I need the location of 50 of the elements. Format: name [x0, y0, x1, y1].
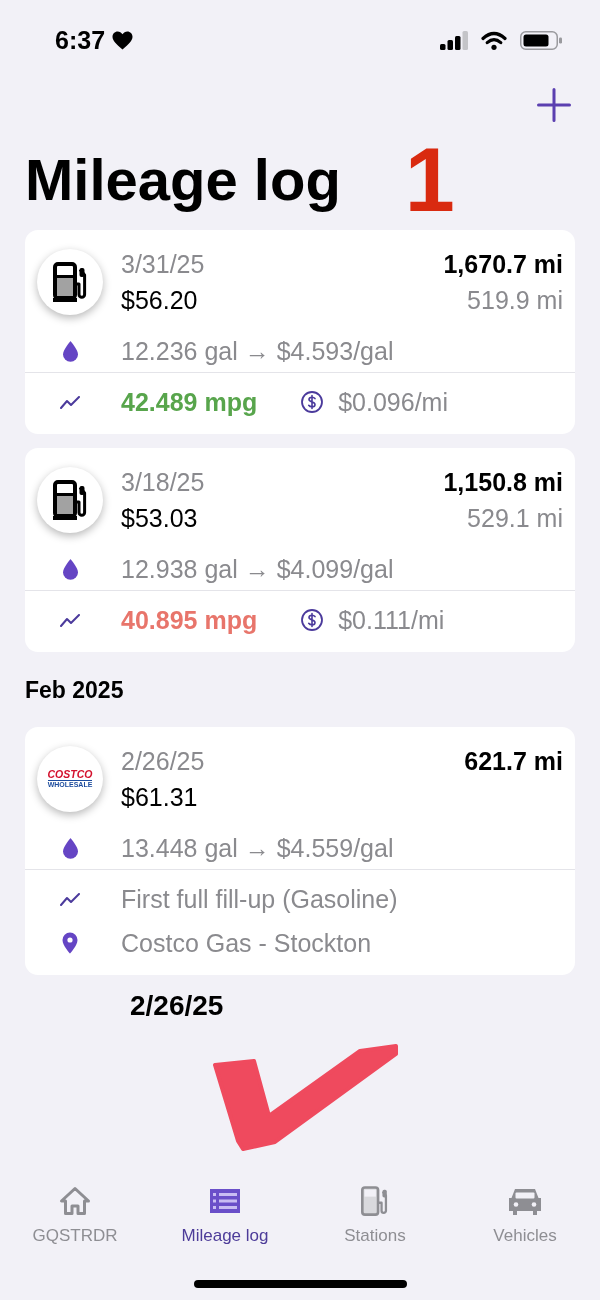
- station-name: Costco Gas - Stockton: [121, 928, 372, 959]
- fuel-economy: 42.489 mpg: [121, 387, 258, 418]
- fuel-pump-icon: [37, 249, 103, 315]
- car-icon: [508, 1186, 542, 1216]
- checkmark-icon: [210, 1041, 400, 1153]
- heart-icon: [112, 30, 134, 50]
- trip-distance: 529.1 mi: [467, 503, 563, 534]
- signal-icon: [440, 30, 468, 50]
- plus-icon: [537, 88, 571, 122]
- dollar-icon: [301, 391, 324, 413]
- odometer-reading: 1,670.7 mi: [443, 249, 563, 280]
- dollar-icon: [301, 609, 324, 631]
- entry-date: 3/31/25: [121, 249, 205, 280]
- drop-icon: [62, 837, 78, 859]
- fuel-amount: 12.938 gal → $4.099/gal: [121, 554, 394, 585]
- trend-icon: [60, 892, 80, 906]
- entry-cost: $56.20: [121, 285, 198, 316]
- trend-icon: [60, 395, 80, 409]
- add-button[interactable]: [537, 88, 571, 122]
- annotation-date: 2/26/25: [130, 989, 224, 1023]
- status-time: 6:37: [55, 25, 106, 55]
- annotation-number: 1: [404, 135, 455, 225]
- fuel-economy: 40.895 mpg: [121, 605, 258, 636]
- entry-date: 2/26/25: [121, 746, 205, 777]
- logo-text: COSTCO: [47, 768, 93, 780]
- entry-note: First full fill-up (Gasoline): [121, 884, 398, 915]
- wifi-icon: [481, 30, 507, 50]
- log-entry-card[interactable]: 3/31/25 $56.20 1,670.7 mi 519.9 mi 12.236 gal → $4.593/gal 42.489 mpg $0.096/mi: [25, 230, 575, 434]
- entry-cost: $53.03: [121, 503, 198, 534]
- location-pin-icon: [62, 932, 78, 954]
- cost-per-mile: $0.111/mi: [338, 605, 445, 636]
- tab-button[interactable]: Mileage log: [181, 1186, 269, 1246]
- trip-distance: 519.9 mi: [467, 285, 563, 316]
- home-icon: [59, 1186, 91, 1216]
- fuel-pump-icon: [361, 1186, 389, 1216]
- odometer-reading: 621.7 mi: [464, 746, 563, 777]
- odometer-reading: 1,150.8 mi: [443, 467, 563, 498]
- section-heading: Feb 2025: [25, 676, 124, 704]
- list-icon: [210, 1189, 240, 1213]
- battery-icon: [520, 30, 562, 50]
- log-entry-card[interactable]: 3/18/25 $53.03 1,150.8 mi 529.1 mi 12.938 gal → $4.099/gal 40.895 mpg $0.111/mi: [25, 448, 575, 652]
- cost-per-mile: $0.096/mi: [338, 387, 448, 418]
- fuel-pump-icon: [37, 467, 103, 533]
- drop-icon: [62, 558, 78, 580]
- entry-cost: $61.31: [121, 782, 198, 813]
- fuel-amount: 12.236 gal → $4.593/gal: [121, 336, 394, 367]
- trend-icon: [60, 613, 80, 627]
- drop-icon: [62, 340, 78, 362]
- fuel-amount: 13.448 gal → $4.559/gal: [121, 833, 394, 864]
- entry-date: 3/18/25: [121, 467, 205, 498]
